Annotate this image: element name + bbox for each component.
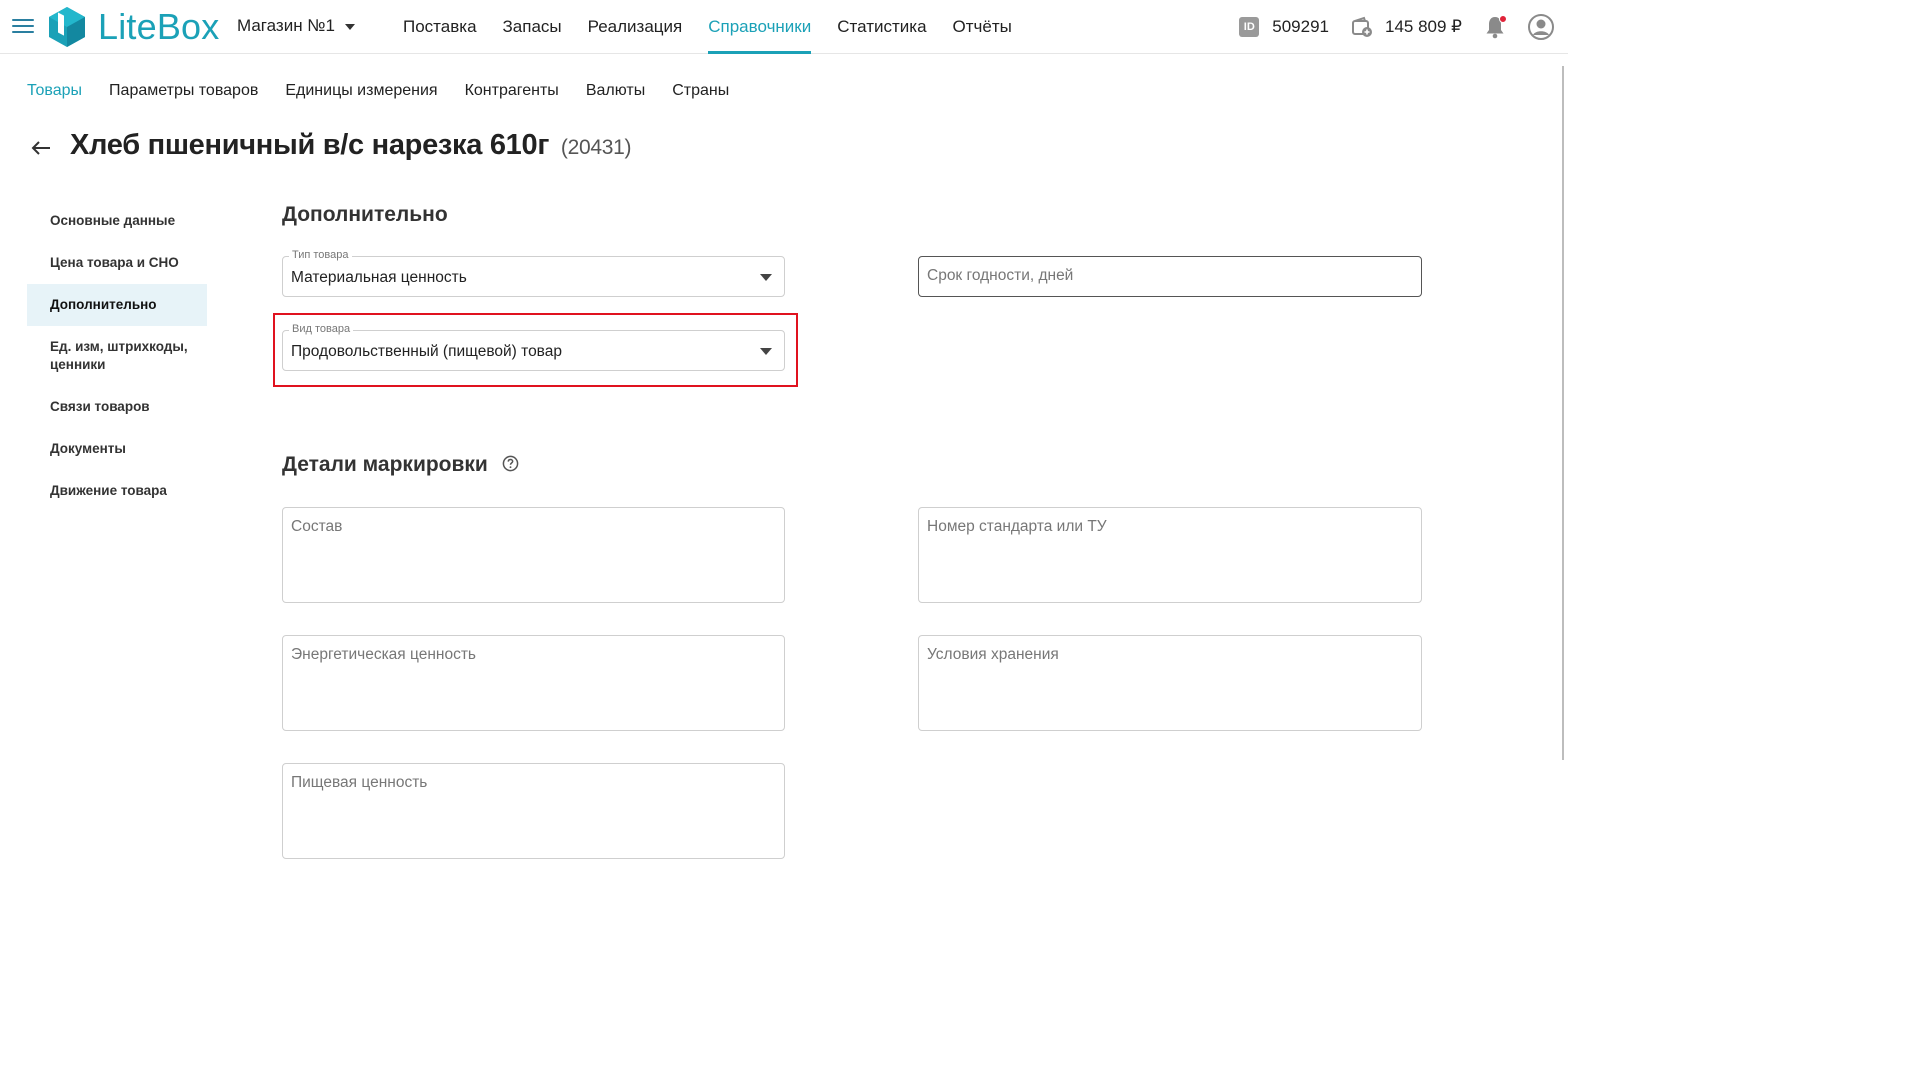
product-type-select[interactable]: Тип товара Материальная ценность	[282, 249, 785, 297]
logo[interactable]: LiteBox	[44, 5, 219, 49]
energy-value-textarea[interactable]: Энергетическая ценность	[282, 635, 785, 731]
top-bar: LiteBox Магазин №1 Поставка Запасы Реали…	[0, 0, 1568, 54]
notifications-bell[interactable]	[1484, 15, 1507, 39]
shelf-life-placeholder: Срок годности, дней	[927, 267, 1074, 284]
side-menu: Основные данные Цена товара и СНО Дополн…	[27, 200, 207, 512]
nav-item-postavka[interactable]: Поставка	[390, 0, 490, 54]
caret-down-icon	[345, 24, 355, 30]
arrow-left-icon[interactable]	[29, 136, 53, 160]
side-item-dopolnitelno[interactable]: Дополнительно	[27, 284, 207, 326]
marking-title-text: Детали маркировки	[282, 453, 488, 476]
logo-text: LiteBox	[98, 6, 220, 47]
storage-conditions-placeholder: Условия хранения	[927, 646, 1059, 663]
subnav-item-parametry[interactable]: Параметры товаров	[109, 82, 258, 100]
scrollbar[interactable]	[1562, 66, 1564, 760]
page-title: Хлеб пшеничный в/с нарезка 610г (20431)	[70, 129, 631, 162]
nav-item-spravochniki[interactable]: Справочники	[695, 0, 824, 54]
side-item-tsena[interactable]: Цена товара и СНО	[27, 242, 207, 284]
dropdown-arrow-icon	[760, 348, 772, 355]
notification-dot	[1499, 15, 1507, 23]
id-icon: ID	[1239, 17, 1260, 37]
litebox-logo-icon	[49, 7, 85, 47]
standard-placeholder: Номер стандарта или ТУ	[927, 518, 1107, 535]
wallet-icon[interactable]	[1351, 16, 1373, 38]
menu-icon[interactable]	[12, 19, 34, 35]
side-item-dvizhenie[interactable]: Движение товара	[27, 470, 207, 512]
subnav-item-tovary[interactable]: Товары	[27, 82, 82, 100]
user-avatar-icon[interactable]	[1528, 14, 1554, 40]
nav-item-realizatsiya[interactable]: Реализация	[575, 0, 696, 54]
nutrition-value-placeholder: Пищевая ценность	[291, 774, 428, 791]
product-type-label: Тип товара	[289, 249, 352, 261]
section-title-marking: Детали маркировки	[282, 453, 519, 477]
sub-nav: Товары Параметры товаров Единицы измерен…	[27, 82, 756, 100]
product-type-value: Материальная ценность	[291, 269, 467, 286]
subnav-item-strany[interactable]: Страны	[672, 82, 729, 100]
shelf-life-input[interactable]: Срок годности, дней	[918, 256, 1422, 297]
side-item-svyazi[interactable]: Связи товаров	[27, 386, 207, 428]
nutrition-value-textarea[interactable]: Пищевая ценность	[282, 763, 785, 859]
account-balance: 145 809 ₽	[1385, 17, 1462, 36]
dropdown-arrow-icon	[760, 274, 772, 281]
side-item-edinitsy[interactable]: Ед. изм, штрихкоды, ценники	[27, 326, 207, 386]
energy-value-placeholder: Энергетическая ценность	[291, 646, 476, 663]
subnav-item-valyuty[interactable]: Валюты	[586, 82, 645, 100]
account-area: ID 509291 145 809 ₽	[1239, 14, 1554, 40]
nav-item-zapasy[interactable]: Запасы	[490, 0, 575, 54]
nav-item-otchety[interactable]: Отчёты	[940, 0, 1025, 54]
nav-item-statistika[interactable]: Статистика	[824, 0, 939, 54]
standard-textarea[interactable]: Номер стандарта или ТУ	[918, 507, 1422, 603]
storage-conditions-textarea[interactable]: Условия хранения	[918, 635, 1422, 731]
main-nav: Поставка Запасы Реализация Справочники С…	[390, 0, 1025, 54]
side-item-dokumenty[interactable]: Документы	[27, 428, 207, 470]
subnav-item-edinitsy[interactable]: Единицы измерения	[285, 82, 437, 100]
product-name: Хлеб пшеничный в/с нарезка 610г	[70, 129, 550, 161]
store-selector[interactable]: Магазин №1	[237, 16, 355, 36]
help-icon[interactable]	[502, 455, 519, 472]
subnav-item-kontragenty[interactable]: Контрагенты	[465, 82, 559, 100]
composition-placeholder: Состав	[291, 518, 343, 535]
product-kind-label: Вид товара	[289, 323, 354, 335]
product-kind-select[interactable]: Вид товара Продовольственный (пищевой) т…	[282, 323, 785, 371]
store-name: Магазин №1	[237, 16, 335, 35]
side-item-osnovnye[interactable]: Основные данные	[27, 200, 207, 242]
section-title-additional: Дополнительно	[282, 203, 448, 226]
product-code: (20431)	[560, 136, 632, 159]
product-kind-value: Продовольственный (пищевой) товар	[291, 343, 562, 360]
composition-textarea[interactable]: Состав	[282, 507, 785, 603]
account-id: 509291	[1272, 17, 1329, 36]
